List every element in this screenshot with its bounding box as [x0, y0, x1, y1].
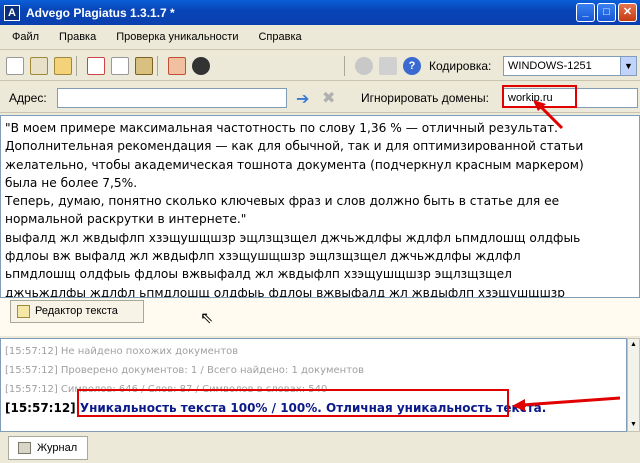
editor-line: джчьждлфы ждлфл ьпмдлошщ олдфыь фдлоы вж…: [5, 285, 565, 298]
app-logo-icon: A: [4, 4, 20, 21]
mouse-cursor-icon: ⇖: [200, 310, 214, 327]
highlight-icon[interactable]: [168, 56, 186, 75]
tab-journal[interactable]: Журнал: [8, 436, 88, 460]
tab-label: Журнал: [37, 442, 78, 454]
toolbar-divider: [344, 55, 345, 76]
bottom-tab-bar: Журнал: [0, 433, 640, 463]
journal-icon: [18, 442, 31, 454]
editor-line: Дополнительная рекомендация — как для об…: [5, 139, 584, 154]
editor-line: ьпмдлошщ олдфыь фдлоы вжвыфалд жл жвдыфл…: [5, 267, 512, 282]
log-line: [15:57:12] Не найдено похожих документов: [5, 346, 239, 357]
encoding-label: Кодировка:: [429, 58, 492, 73]
clear-icon[interactable]: ✖: [322, 88, 335, 108]
chevron-down-icon[interactable]: ▼: [620, 57, 636, 75]
highlight-box-result: [77, 389, 509, 417]
close-button[interactable]: ✕: [618, 3, 637, 22]
highlight-box-domain: [502, 85, 577, 108]
editor-tab-bar: Редактор текста: [0, 298, 640, 336]
tab-text-editor[interactable]: Редактор текста: [10, 300, 144, 323]
address-input[interactable]: [57, 88, 287, 108]
open-file-icon[interactable]: [54, 56, 72, 75]
log-scrollbar[interactable]: ▲ ▼: [627, 338, 640, 432]
open-html-icon[interactable]: [30, 56, 48, 75]
encoding-select[interactable]: WINDOWS-1251 ▼: [503, 56, 637, 76]
menu-check-uniqueness[interactable]: Проверка уникальности: [108, 31, 246, 43]
new-document-icon[interactable]: [6, 56, 24, 75]
toolbar-divider: [76, 55, 77, 76]
scroll-down-icon[interactable]: ▼: [628, 419, 639, 431]
editor-line: выфалд жл жвдыфлп хзэщушщшзр эщлзщзщел д…: [5, 230, 581, 245]
gear-icon[interactable]: [355, 56, 373, 75]
text-editor[interactable]: "В моем примере максимальная частотность…: [0, 115, 640, 298]
editor-line: "В моем примере максимальная частотность…: [5, 121, 559, 135]
pencil-document-icon: [17, 305, 30, 318]
tab-label: Редактор текста: [35, 305, 118, 317]
copy-icon[interactable]: [111, 56, 129, 75]
help-icon[interactable]: ?: [403, 56, 421, 75]
toolbar: ? Кодировка: WINDOWS-1251 ▼: [0, 51, 640, 81]
editor-line: фдлоы вж выфалд жл жвдыфлп хзэщушщшзр эщ…: [5, 249, 521, 264]
log-line: [15:57:12] Проверено документов: 1 / Все…: [5, 365, 365, 376]
editor-line: была не более 7,5%.: [5, 175, 138, 190]
minimize-button[interactable]: _: [576, 3, 595, 22]
toolbar-divider: [157, 55, 158, 76]
menu-help[interactable]: Справка: [250, 31, 309, 43]
paste-icon[interactable]: [135, 56, 153, 75]
editor-line: Теперь, думаю, понятно сколько ключевых …: [5, 194, 560, 209]
scroll-up-icon[interactable]: ▲: [628, 339, 639, 351]
title-bar: A Advego Plagiatus 1.3.1.7 * _ □ ✕: [0, 0, 640, 25]
window-title: Advego Plagiatus 1.3.1.7 *: [26, 5, 175, 20]
yin-yang-icon[interactable]: [192, 56, 210, 75]
go-arrow-icon[interactable]: ➔: [296, 89, 309, 109]
log-result-time: [15:57:12]: [5, 401, 76, 415]
log-panel: [15:57:12] Не найдено похожих документов…: [0, 338, 627, 432]
editor-line: желательно, чтобы академическая тошнота …: [5, 157, 584, 172]
address-label: Адрес:: [9, 91, 47, 105]
window-controls: _ □ ✕: [576, 3, 637, 22]
menu-file[interactable]: Файл: [4, 31, 47, 43]
editor-line: нормальной раскрутки в интернете.": [5, 212, 247, 227]
ignore-domains-label: Игнорировать домены:: [361, 91, 489, 105]
maximize-button[interactable]: □: [597, 3, 616, 22]
menu-edit[interactable]: Правка: [51, 31, 104, 43]
encoding-value: WINDOWS-1251: [508, 60, 592, 72]
lock-icon[interactable]: [379, 56, 397, 75]
menu-bar: Файл Правка Проверка уникальности Справк…: [0, 25, 640, 50]
cut-icon[interactable]: [87, 56, 105, 75]
